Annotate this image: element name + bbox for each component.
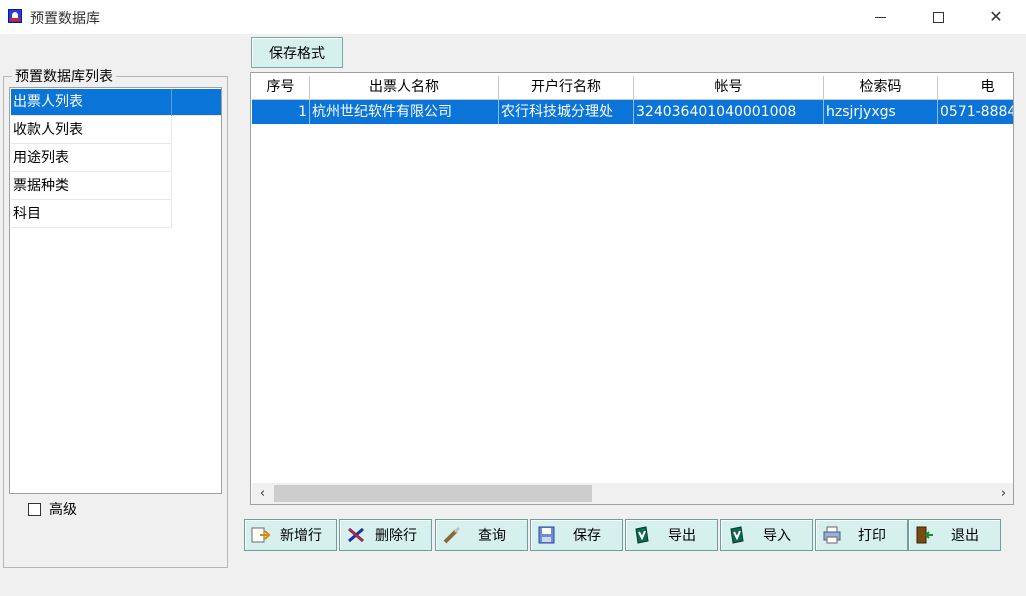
column-header[interactable]: 出票人名称 <box>310 76 499 100</box>
scroll-right-icon[interactable]: › <box>995 485 1012 502</box>
close-icon: ✕ <box>989 7 1003 26</box>
save-format-button[interactable]: 保存格式 <box>251 37 343 68</box>
data-grid[interactable]: 序号 出票人名称 开户行名称 帐号 检索码 电 1 杭州世纪软件有限公司 农行科… <box>250 72 1014 505</box>
table-row[interactable]: 1 杭州世纪软件有限公司 农行科技城分理处 324036401040001008… <box>252 100 1013 124</box>
save-button[interactable]: 保存 <box>530 519 623 551</box>
horizontal-scrollbar[interactable]: ‹ › <box>252 483 1013 504</box>
import-icon <box>726 524 748 546</box>
column-header[interactable]: 检索码 <box>824 76 938 100</box>
query-icon <box>441 524 463 546</box>
query-button[interactable]: 查询 <box>435 519 528 551</box>
query-label: 查询 <box>478 528 506 544</box>
title-bar: 预置数据库 ✕ <box>0 0 1026 34</box>
scroll-left-icon[interactable]: ‹ <box>254 485 271 502</box>
advanced-label: 高级 <box>49 502 77 518</box>
list-item-label: 用途列表 <box>13 150 69 166</box>
table-cell[interactable]: 杭州世纪软件有限公司 <box>310 100 499 124</box>
table-cell[interactable]: hzsjrjyxgs <box>824 100 938 124</box>
minimize-icon <box>874 16 886 18</box>
minimize-button[interactable] <box>857 0 903 34</box>
list-item-label: 票据种类 <box>13 178 69 194</box>
table-cell[interactable]: 324036401040001008 <box>634 100 824 124</box>
add-row-label: 新增行 <box>280 528 322 544</box>
grid-header: 序号 出票人名称 开户行名称 帐号 检索码 电 <box>252 76 1013 100</box>
list-item-label: 科目 <box>13 206 41 222</box>
column-header[interactable]: 开户行名称 <box>499 76 634 100</box>
export-button[interactable]: 导出 <box>625 519 718 551</box>
database-list[interactable]: 出票人列表 收款人列表 用途列表 票据种类 科目 <box>9 87 222 494</box>
maximize-button[interactable] <box>915 0 961 34</box>
add-row-button[interactable]: 新增行 <box>244 519 337 551</box>
maximize-icon <box>932 11 944 23</box>
table-cell[interactable]: 0571-8884 <box>938 100 1013 124</box>
list-item-drawer[interactable]: 出票人列表 <box>11 89 221 116</box>
exit-icon <box>914 524 936 546</box>
print-icon <box>821 524 843 546</box>
delete-row-button[interactable]: 删除行 <box>339 519 432 551</box>
list-item-label: 出票人列表 <box>13 94 83 110</box>
app-icon <box>8 9 22 23</box>
list-item-bill-type[interactable]: 票据种类 <box>11 173 172 200</box>
column-header[interactable]: 序号 <box>252 76 310 100</box>
list-item-subject[interactable]: 科目 <box>11 201 172 228</box>
list-item-payee[interactable]: 收款人列表 <box>11 117 172 144</box>
list-item-label: 收款人列表 <box>13 122 83 138</box>
scroll-thumb[interactable] <box>274 485 592 502</box>
close-button[interactable]: ✕ <box>973 0 1019 34</box>
table-cell[interactable]: 1 <box>252 100 310 124</box>
exit-button[interactable]: 退出 <box>908 519 1001 551</box>
save-label: 保存 <box>573 528 601 544</box>
table-cell[interactable]: 农行科技城分理处 <box>499 100 634 124</box>
list-item-purpose[interactable]: 用途列表 <box>11 145 172 172</box>
delete-row-icon <box>345 524 367 546</box>
print-button[interactable]: 打印 <box>815 519 908 551</box>
database-list-title: 预置数据库列表 <box>12 66 116 86</box>
import-button[interactable]: 导入 <box>720 519 813 551</box>
save-icon <box>536 524 558 546</box>
advanced-checkbox[interactable] <box>28 503 41 516</box>
exit-label: 退出 <box>951 528 979 544</box>
column-header[interactable]: 电 <box>938 76 1013 100</box>
export-label: 导出 <box>668 528 696 544</box>
export-icon <box>631 524 653 546</box>
import-label: 导入 <box>763 528 791 544</box>
print-label: 打印 <box>858 528 886 544</box>
delete-row-label: 删除行 <box>375 528 417 544</box>
column-header[interactable]: 帐号 <box>634 76 824 100</box>
window-title: 预置数据库 <box>30 11 100 27</box>
add-row-icon <box>250 524 272 546</box>
